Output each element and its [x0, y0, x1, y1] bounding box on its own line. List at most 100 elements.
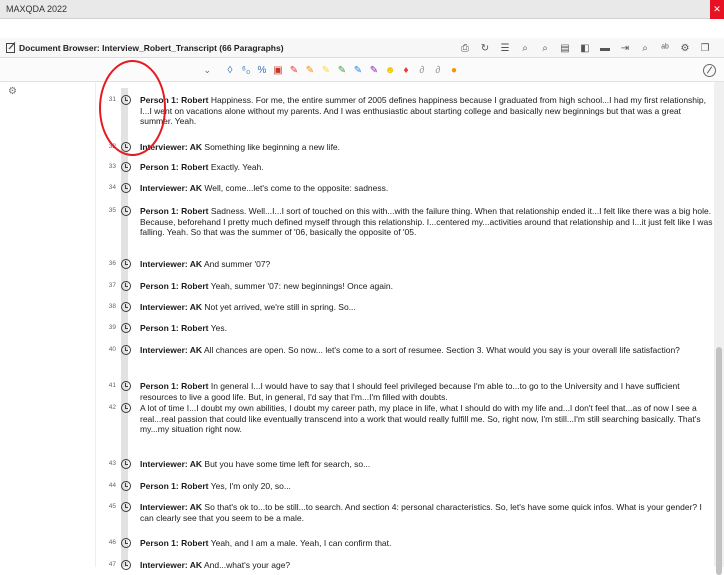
- document-browser-header: Document Browser: Interview_Robert_Trans…: [0, 38, 724, 58]
- timestamp-clock-icon[interactable]: [121, 560, 131, 570]
- link-icon[interactable]: ∂: [414, 63, 430, 78]
- speaker-label: Person 1: Robert: [140, 538, 209, 548]
- search-plus-icon[interactable]: ⌕: [535, 41, 555, 55]
- refresh-icon[interactable]: ↻: [475, 41, 495, 55]
- spell-icon[interactable]: ᵃᵇ: [655, 41, 675, 55]
- paragraph-text[interactable]: Interviewer: AK But you have some time l…: [140, 459, 714, 470]
- timestamp-clock-icon[interactable]: [121, 403, 131, 413]
- panel-icon[interactable]: ◧: [575, 41, 595, 55]
- speaker-label: Person 1: Robert: [140, 323, 209, 333]
- document-title: Document Browser: Interview_Robert_Trans…: [19, 43, 284, 53]
- utterance-text: Sadness. Well...I...I sort of touched on…: [140, 206, 713, 238]
- vertical-scrollbar[interactable]: [714, 82, 724, 575]
- paragraph-text[interactable]: Interviewer: AK All chances are open. So…: [140, 345, 714, 356]
- timestamp-clock-icon[interactable]: [121, 259, 131, 269]
- paragraph-number: 35: [108, 207, 116, 214]
- percent-icon[interactable]: %: [254, 63, 270, 78]
- format-icons: ◊ ⁶₀% ▣ ✎ ✎ ✎ ✎ ✎ ✎ ☻ ♦ ∂ ∂ ●: [222, 63, 462, 78]
- paragraph-text[interactable]: Person 1: Robert In general I...I would …: [140, 381, 714, 402]
- utterance-text: All chances are open. So now... let's co…: [202, 345, 680, 355]
- code-margin: ⚙: [0, 82, 96, 567]
- paragraph-text[interactable]: Person 1: Robert Yeah, summer '07: new b…: [140, 281, 714, 292]
- timestamp-clock-icon[interactable]: [121, 345, 131, 355]
- emoji-icon[interactable]: ☻: [382, 63, 398, 78]
- exit-icon[interactable]: ⇥: [615, 41, 635, 55]
- utterance-text: Yes.: [208, 323, 227, 333]
- paragraph-number: 45: [108, 503, 116, 510]
- scrollbar-thumb[interactable]: [716, 347, 722, 575]
- header-toolbar: ⎙ ↻ ☰ ⌕ ⌕ ▤ ◧ ▬ ⇥ ⌕ ᵃᵇ ⚙ ❐: [455, 41, 715, 55]
- timestamp-clock-icon[interactable]: [121, 381, 131, 391]
- export-icon[interactable]: ⎙: [455, 41, 475, 55]
- utterance-text: Exactly. Yeah.: [208, 162, 264, 172]
- paragraph-text[interactable]: Person 1: Robert Happiness. For me, the …: [140, 95, 714, 127]
- utterance-text: Not yet arrived, we're still in spring. …: [202, 302, 356, 312]
- highlighter-orange-icon[interactable]: ✎: [302, 63, 318, 78]
- window-titlebar: MAXQDA 2022 ✕: [0, 0, 724, 19]
- paragraph-text[interactable]: Interviewer: AK And...what's your age?: [140, 560, 714, 571]
- list-icon[interactable]: ☰: [495, 41, 515, 55]
- window-icon[interactable]: ❐: [695, 41, 715, 55]
- highlighter-blue-icon[interactable]: ✎: [350, 63, 366, 78]
- speaker-label: Person 1: Robert: [140, 162, 209, 172]
- pin-icon[interactable]: ♦: [398, 63, 414, 78]
- code-icon[interactable]: ▣: [270, 63, 286, 78]
- timestamp-clock-icon[interactable]: [121, 162, 131, 172]
- gear-icon[interactable]: ⚙: [675, 41, 695, 55]
- paragraph-number: 44: [108, 482, 116, 489]
- paragraph-text[interactable]: Interviewer: AK So that's ok to...to be …: [140, 502, 714, 523]
- timestamp-clock-icon[interactable]: [121, 538, 131, 548]
- paragraph-text[interactable]: Interviewer: AK And summer '07?: [140, 259, 714, 270]
- paragraph-text[interactable]: Person 1: Robert Yes.: [140, 323, 714, 334]
- paragraph-number: 34: [108, 184, 116, 191]
- edit-mode-toggle-icon[interactable]: [703, 64, 716, 77]
- timestamp-clock-icon[interactable]: [121, 183, 131, 193]
- paragraph-number: 39: [108, 324, 116, 331]
- highlighter-red-icon[interactable]: ✎: [286, 63, 302, 78]
- paragraph-text[interactable]: A lot of time I...I doubt my own abiliti…: [140, 403, 714, 435]
- app-title: MAXQDA 2022: [6, 4, 68, 14]
- paragraph-number: 43: [108, 460, 116, 467]
- view-icon[interactable]: ▤: [555, 41, 575, 55]
- paragraph-text[interactable]: Person 1: Robert Sadness. Well...I...I s…: [140, 206, 714, 238]
- timestamp-clock-icon[interactable]: [121, 281, 131, 291]
- format-icon[interactable]: ⁶₀: [238, 63, 254, 78]
- timestamp-clock-icon[interactable]: [121, 459, 131, 469]
- speaker-label: Interviewer: AK: [140, 183, 203, 193]
- paragraph-number: 42: [108, 404, 116, 411]
- timestamp-clock-icon[interactable]: [121, 481, 131, 491]
- timestamp-clock-icon[interactable]: [121, 302, 131, 312]
- close-button[interactable]: ✕: [710, 0, 724, 19]
- timestamp-clock-icon[interactable]: [121, 502, 131, 512]
- highlighter-purple-icon[interactable]: ✎: [366, 63, 382, 78]
- comment-icon[interactable]: ●: [446, 63, 462, 78]
- paragraph-text[interactable]: Interviewer: AK Well, come...let's come …: [140, 183, 714, 194]
- paragraph-text[interactable]: Interviewer: AK Not yet arrived, we're s…: [140, 302, 714, 313]
- highlighter-yellow-icon[interactable]: ✎: [318, 63, 334, 78]
- speaker-label: Interviewer: AK: [140, 502, 203, 512]
- timestamp-clock-icon[interactable]: [121, 323, 131, 333]
- paragraph-text[interactable]: Interviewer: AK Something like beginning…: [140, 142, 714, 153]
- find-icon[interactable]: ⌕: [635, 41, 655, 55]
- utterance-text: And summer '07?: [202, 259, 271, 269]
- monitor-icon[interactable]: ▬: [595, 41, 615, 55]
- utterance-text: A lot of time I...I doubt my own abiliti…: [140, 403, 701, 435]
- gear-icon[interactable]: ⚙: [8, 86, 17, 97]
- paragraph-text[interactable]: Person 1: Robert Yes, I'm only 20, so...: [140, 481, 714, 492]
- speaker-label: Person 1: Robert: [140, 481, 209, 491]
- paragraph-icon[interactable]: ◊: [222, 63, 238, 78]
- search-icon[interactable]: ⌕: [515, 41, 535, 55]
- highlighter-green-icon[interactable]: ✎: [334, 63, 350, 78]
- paragraph-number: 46: [108, 539, 116, 546]
- paragraph-number: 37: [108, 282, 116, 289]
- utterance-text: Yeah, and I am a male. Yeah, I can confi…: [208, 538, 392, 548]
- paragraph-number: 36: [108, 260, 116, 267]
- speaker-label: Person 1: Robert: [140, 281, 209, 291]
- speaker-label: Person 1: Robert: [140, 381, 209, 391]
- link2-icon[interactable]: ∂: [430, 63, 446, 78]
- paragraph-text[interactable]: Person 1: Robert Exactly. Yeah.: [140, 162, 714, 173]
- utterance-text: Something like beginning a new life.: [202, 142, 341, 152]
- speaker-label: Interviewer: AK: [140, 302, 203, 312]
- paragraph-text[interactable]: Person 1: Robert Yeah, and I am a male. …: [140, 538, 714, 549]
- timestamp-clock-icon[interactable]: [121, 206, 131, 216]
